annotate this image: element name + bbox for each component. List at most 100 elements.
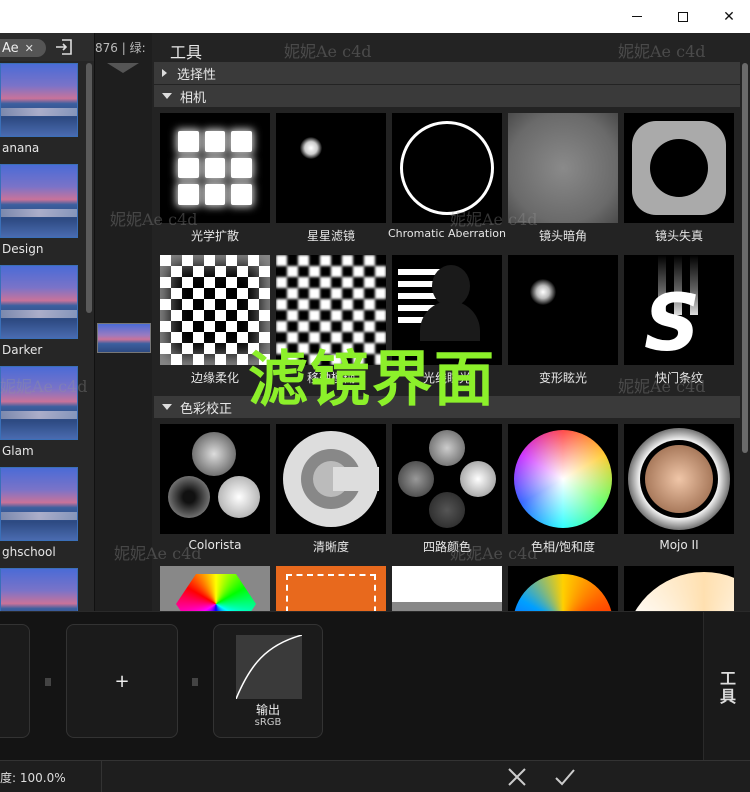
tool-colorista[interactable]: Colorista	[160, 424, 270, 552]
edge-blur-icon	[160, 255, 270, 365]
tool-label: 变形眩光	[538, 371, 587, 385]
tool-partial-color-gamut[interactable]	[160, 566, 270, 611]
lens-vignette-icon	[508, 113, 618, 223]
tool-label: 边缘柔化	[190, 371, 239, 385]
tool-partial-disc[interactable]	[624, 566, 734, 611]
chain-node-input[interactable]	[0, 624, 30, 738]
output-curve-icon	[236, 635, 302, 699]
collapse-arrow-icon[interactable]	[107, 63, 139, 73]
tool-label: Chromatic Aberration	[388, 227, 506, 240]
expand-arrow-icon	[162, 69, 167, 77]
maximize-button[interactable]	[660, 0, 706, 33]
output-node-colorspace: sRGB	[254, 717, 282, 728]
disc-icon	[624, 572, 734, 611]
tool-label: 光学扩散	[190, 229, 239, 243]
starglow-icon	[276, 113, 386, 223]
apply-button[interactable]	[553, 765, 577, 789]
tool-anamorphic-flare[interactable]: 变形眩光	[508, 255, 618, 385]
tool-partial-levels[interactable]	[392, 566, 502, 611]
tools-scrollbar[interactable]	[742, 63, 748, 453]
tool-tilt-shift[interactable]: 移轴模糊	[276, 255, 386, 385]
tool-shutter-streak[interactable]: S 快门条纹	[624, 255, 734, 385]
tool-partial-color-fan[interactable]	[508, 566, 618, 611]
preset-thumbnail	[0, 265, 78, 339]
tools-side-tab[interactable]: 工具	[703, 612, 750, 761]
preset-thumbnail	[0, 164, 78, 238]
preset-thumbnail	[0, 467, 78, 541]
tool-label: 星星滤镜	[306, 229, 355, 243]
collapse-arrow-icon	[162, 404, 172, 410]
chromatic-aberration-icon	[392, 113, 502, 223]
mojo-ii-icon	[624, 424, 734, 534]
minimize-button[interactable]	[614, 0, 660, 33]
tilt-shift-icon	[276, 255, 386, 365]
shutter-streak-icon: S	[624, 255, 734, 365]
presets-scrollbar[interactable]	[86, 63, 92, 313]
color-fan-icon	[513, 574, 613, 611]
tool-lens-vignette[interactable]: 镜头暗角	[508, 113, 618, 243]
preset-item[interactable]	[0, 568, 80, 611]
tool-four-way-color[interactable]: 四路颜色	[392, 424, 502, 554]
tool-edge-blur[interactable]: 边缘柔化	[160, 255, 270, 385]
tool-label: 镜头失真	[654, 229, 703, 243]
hue-saturation-icon	[508, 424, 618, 534]
section-color-correction[interactable]: 色彩校正	[154, 396, 740, 418]
colorista-icon	[160, 424, 270, 534]
search-filter-text: Ae	[2, 40, 19, 56]
maximize-icon	[678, 11, 688, 22]
clear-filter-icon[interactable]: ✕	[25, 42, 34, 55]
preset-thumbnail	[0, 568, 78, 611]
add-tool-button[interactable]: +	[66, 624, 178, 738]
preset-name: anana	[2, 141, 40, 155]
tool-lens-distortion[interactable]: 镜头失真	[624, 113, 734, 243]
tool-label: 四路颜色	[422, 540, 471, 554]
cancel-button[interactable]	[505, 765, 529, 789]
section-label: 色彩校正	[180, 401, 233, 417]
clarity-icon	[276, 424, 386, 534]
zoom-readout[interactable]: 度: 100.0%	[0, 761, 102, 792]
levels-icon	[392, 602, 502, 611]
section-camera[interactable]: 相机	[154, 85, 740, 107]
effect-chain: + 输出 sRGB 工具	[0, 611, 750, 761]
color-gamut-icon	[176, 574, 256, 611]
status-bar: 度: 100.0%	[0, 760, 750, 792]
tool-mojo-ii[interactable]: Mojo II	[624, 424, 734, 552]
optical-diffusion-icon	[160, 113, 270, 223]
tool-clarity[interactable]: 清晰度	[276, 424, 386, 554]
tool-label: 色相/饱和度	[530, 540, 596, 554]
tools-panel-title: 工具	[170, 43, 203, 62]
layer-strip-header: 876 | 绿:	[95, 41, 146, 55]
section-label: 相机	[180, 90, 207, 106]
shutter-letter: S	[644, 279, 701, 365]
search-filter-chip[interactable]: Ae ✕	[0, 39, 46, 57]
layer-strip: 876 | 绿:	[94, 33, 152, 611]
tool-chromatic-aberration[interactable]: Chromatic Aberration	[388, 113, 506, 240]
tools-side-tab-label: 工具	[720, 669, 737, 706]
section-label: 选择性	[177, 67, 217, 83]
tool-optical-diffusion[interactable]: 光学扩散	[160, 113, 270, 243]
chain-node-output[interactable]: 输出 sRGB	[213, 624, 323, 738]
tool-hue-saturation[interactable]: 色相/饱和度	[508, 424, 618, 554]
presets-header: Ae ✕	[0, 33, 94, 61]
tools-panel: 工具 选择性 相机 光学扩散 星星滤镜 Chromatic Aberration…	[152, 33, 750, 611]
lens-distortion-icon	[624, 113, 734, 223]
tool-label: 移轴模糊	[306, 371, 355, 385]
anamorphic-flare-icon	[508, 255, 618, 365]
preset-name: Darker	[2, 343, 43, 357]
close-button[interactable]: ✕	[706, 0, 750, 33]
tool-label: 光线眩光	[422, 371, 471, 385]
preset-thumbnail	[0, 63, 78, 137]
import-icon[interactable]	[54, 38, 74, 56]
layer-thumbnail[interactable]	[97, 323, 151, 353]
close-icon: ✕	[723, 8, 735, 25]
frame-icon	[286, 574, 376, 611]
tool-light-flare[interactable]: 光线眩光	[392, 255, 502, 385]
preset-name: Glam	[2, 444, 34, 458]
output-node-label: 输出	[255, 703, 280, 717]
plus-icon: +	[114, 670, 130, 692]
section-selective[interactable]: 选择性	[154, 62, 740, 84]
tool-starglow[interactable]: 星星滤镜	[276, 113, 386, 243]
preset-name: Design	[2, 242, 44, 256]
tool-partial-frame[interactable]	[276, 566, 386, 611]
tool-label: 清晰度	[312, 540, 349, 554]
